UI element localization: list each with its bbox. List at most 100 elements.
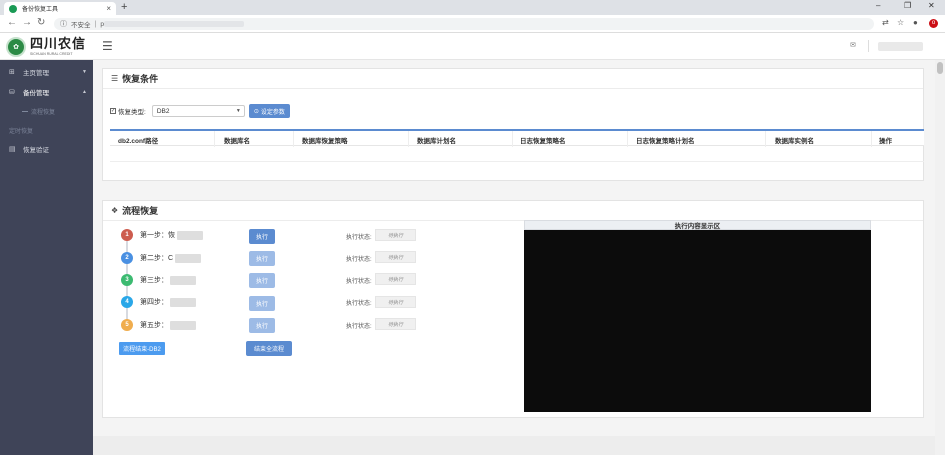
column-header: db2.conf路径 bbox=[118, 138, 159, 145]
step-5: 5 第五步： bbox=[121, 319, 196, 331]
execute-step-2-button[interactable]: 执行 bbox=[249, 251, 275, 266]
scrollbar-thumb[interactable] bbox=[937, 62, 943, 74]
grid-icon: ⊞ bbox=[9, 69, 15, 76]
column-divider bbox=[765, 131, 766, 147]
insecure-label: 不安全 bbox=[71, 22, 91, 29]
step-label: 第四步： bbox=[140, 299, 168, 306]
close-window-icon[interactable]: ✕ bbox=[928, 1, 935, 10]
footer-bar bbox=[93, 436, 935, 455]
execution-display-area: 执行内容显示区 bbox=[524, 220, 871, 412]
step-3-status: 待执行 bbox=[375, 273, 416, 285]
status-label: 执行状态: bbox=[346, 235, 372, 241]
step-label-redacted bbox=[175, 253, 202, 263]
maximize-icon[interactable]: ❐ bbox=[904, 1, 911, 10]
step-label: 第三步： bbox=[140, 277, 168, 284]
column-divider bbox=[408, 131, 409, 147]
execute-step-5-button[interactable]: 执行 bbox=[249, 318, 275, 333]
column-divider bbox=[293, 131, 294, 147]
sidebar: ⊞ 主页管理 ▼ ⛁ 备份管理 ▲ 流程恢复 定时恢复 ▤ 恢复验证 bbox=[0, 60, 93, 455]
step-label: 第二步：C bbox=[140, 255, 174, 262]
panel-title: 流程恢复 bbox=[122, 206, 159, 216]
info-icon[interactable]: ⓘ bbox=[60, 19, 67, 29]
logo-english-name: SICHUAN RURAL CREDIT bbox=[30, 52, 73, 56]
logo-name: 四川农信 bbox=[30, 37, 87, 52]
sidebar-subitem-flow-restore[interactable]: 流程恢复 bbox=[22, 107, 55, 116]
restore-type-label: 恢复类型: bbox=[118, 109, 146, 116]
mail-icon[interactable]: ✉ bbox=[850, 41, 856, 49]
conditions-table: db2.conf路径 数据库名 数据库恢复策略 数据库计划名 日志恢复策略名 日… bbox=[110, 129, 924, 162]
browser-tab-bar: 备份恢复工具 × + – ❐ ✕ bbox=[0, 0, 945, 15]
main-content: ☰ 恢复条件 ✓ 恢复类型: DB2 ▼ ⊙ 设定参数 db2.conf路径 数… bbox=[93, 60, 935, 455]
end-all-flow-button[interactable]: 结束全流程 bbox=[246, 341, 292, 356]
step-number-badge: 5 bbox=[121, 319, 133, 331]
execute-step-1-button[interactable]: 执行 bbox=[249, 229, 275, 244]
restore-conditions-panel: ☰ 恢复条件 ✓ 恢复类型: DB2 ▼ ⊙ 设定参数 db2.conf路径 数… bbox=[102, 68, 924, 181]
table-header: db2.conf路径 数据库名 数据库恢复策略 数据库计划名 日志恢复策略名 日… bbox=[110, 129, 924, 147]
page-scrollbar[interactable] bbox=[935, 60, 945, 455]
restore-type-value: DB2 bbox=[156, 107, 170, 115]
execute-step-4-button[interactable]: 执行 bbox=[249, 296, 275, 311]
tab-close-icon[interactable]: × bbox=[106, 4, 111, 13]
column-header: 数据库实例名 bbox=[775, 138, 814, 145]
execute-step-3-button[interactable]: 执行 bbox=[249, 273, 275, 288]
column-header: 数据库恢复策略 bbox=[302, 138, 348, 145]
status-label: 执行状态: bbox=[346, 324, 372, 330]
step-4-status: 待执行 bbox=[375, 296, 416, 308]
sidebar-item-backup[interactable]: ⛁ 备份管理 ▲ bbox=[0, 82, 93, 102]
flow-end-db2-button[interactable]: 流程结束-DB2 bbox=[119, 342, 165, 355]
layers-icon: ❖ bbox=[111, 206, 119, 215]
execution-output-console[interactable] bbox=[524, 230, 871, 412]
step-number-badge: 4 bbox=[121, 296, 133, 308]
step-1-status: 待执行 bbox=[375, 229, 416, 241]
column-header: 操作 bbox=[879, 138, 892, 145]
sidebar-item-label: 备份管理 bbox=[23, 90, 49, 97]
browser-tab[interactable]: 备份恢复工具 × bbox=[4, 2, 116, 15]
extension-icon[interactable]: o bbox=[929, 19, 938, 28]
step-label: 第一步：恢 bbox=[140, 232, 175, 239]
header-divider bbox=[868, 40, 869, 52]
set-params-label: 设定参数 bbox=[260, 109, 285, 116]
step-5-status: 待执行 bbox=[375, 318, 416, 330]
translate-icon[interactable]: ⇄ bbox=[882, 18, 889, 27]
set-params-button[interactable]: ⊙ 设定参数 bbox=[248, 104, 290, 118]
restore-type-checkbox[interactable]: ✓ bbox=[110, 108, 116, 114]
status-label: 执行状态: bbox=[346, 301, 372, 307]
reload-icon[interactable]: ↻ bbox=[37, 17, 45, 28]
user-menu-redacted[interactable] bbox=[878, 42, 923, 51]
step-label-redacted bbox=[170, 297, 196, 307]
minimize-icon[interactable]: – bbox=[876, 1, 880, 10]
panel-header: ☰ 恢复条件 bbox=[103, 69, 923, 89]
column-divider bbox=[214, 131, 215, 147]
sidebar-item-label: 恢复验证 bbox=[23, 147, 49, 154]
new-tab-button[interactable]: + bbox=[121, 1, 127, 13]
list-icon: ☰ bbox=[111, 74, 119, 83]
status-label: 执行状态: bbox=[346, 257, 372, 263]
database-icon: ⛁ bbox=[9, 89, 15, 96]
step-number-badge: 2 bbox=[121, 252, 133, 264]
step-label-redacted bbox=[177, 230, 203, 240]
back-icon[interactable]: ← bbox=[7, 17, 17, 28]
chevron-down-icon: ▼ bbox=[235, 108, 241, 114]
address-bar[interactable]: ⓘ 不安全 | p bbox=[54, 18, 874, 30]
column-header: 数据库名 bbox=[224, 138, 250, 145]
document-icon: ▤ bbox=[9, 146, 16, 153]
forward-icon[interactable]: → bbox=[22, 17, 32, 28]
profile-icon[interactable]: ● bbox=[913, 18, 918, 27]
restore-type-row: ✓ 恢复类型: DB2 ▼ ⊙ 设定参数 bbox=[110, 104, 290, 118]
column-divider bbox=[627, 131, 628, 147]
sidebar-item-home[interactable]: ⊞ 主页管理 ▼ bbox=[0, 62, 93, 82]
sub-item-dash bbox=[22, 111, 28, 112]
step-label-redacted bbox=[170, 275, 196, 285]
logo-seal-icon: ✿ bbox=[6, 37, 26, 57]
sidebar-item-verify[interactable]: ▤ 恢复验证 bbox=[0, 139, 93, 159]
hamburger-menu-icon[interactable]: ☰ bbox=[102, 39, 113, 53]
restore-type-select[interactable]: DB2 ▼ bbox=[151, 105, 245, 117]
step-2: 2 第二步：C bbox=[121, 252, 202, 264]
step-label: 第五步： bbox=[140, 322, 168, 329]
sidebar-item-scheduled-restore[interactable]: 定时恢复 bbox=[9, 126, 33, 135]
status-label: 执行状态: bbox=[346, 279, 372, 285]
step-number-badge: 3 bbox=[121, 274, 133, 286]
logo: ✿ 四川农信 SICHUAN RURAL CREDIT bbox=[6, 37, 86, 57]
column-header: 日志恢复策略名 bbox=[520, 138, 566, 145]
bookmark-star-icon[interactable]: ☆ bbox=[897, 18, 904, 27]
